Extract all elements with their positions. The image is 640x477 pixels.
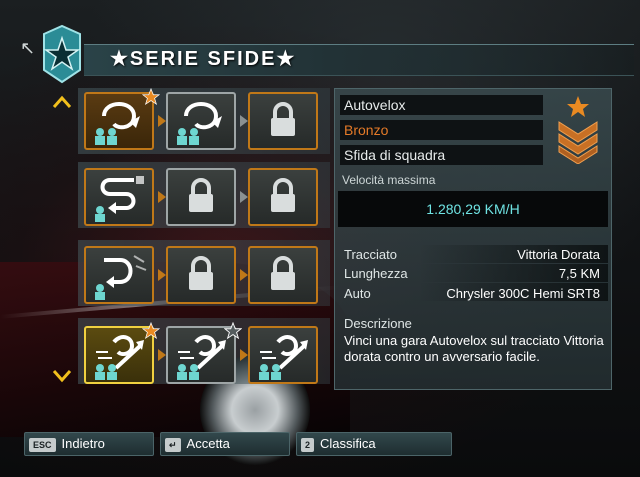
scroll-up-icon[interactable] <box>52 95 72 109</box>
leaderboard-button[interactable]: 2 Classifica <box>296 432 452 456</box>
description-label: Descrizione <box>344 316 412 331</box>
lock-icon <box>189 256 213 290</box>
event-name: Autovelox <box>340 95 543 115</box>
length-value: 7,5 KM <box>558 266 600 281</box>
star-emblem-icon <box>43 24 81 84</box>
key-2-icon: 2 <box>301 437 315 452</box>
track-value: Vittoria Dorata <box>517 247 600 262</box>
top-speed-label: Velocità massima <box>342 173 436 187</box>
event-type: Sfida di squadra <box>340 145 543 165</box>
event-tile-locked[interactable] <box>166 246 236 304</box>
circuit-icon <box>177 102 222 145</box>
gold-star-icon <box>142 88 160 106</box>
event-tile-locked[interactable] <box>248 168 318 226</box>
back-button-label: Indietro <box>61 436 105 451</box>
esc-key-icon: ESC <box>29 437 56 452</box>
enter-key-icon: ↵ <box>165 437 181 452</box>
bronze-rank-icon <box>558 96 598 164</box>
connector-arrow <box>158 269 166 281</box>
connector-arrow <box>158 115 166 127</box>
connector-arrow <box>158 349 166 361</box>
speedtrap-icon <box>259 335 308 380</box>
connector-arrow <box>158 191 166 203</box>
back-button[interactable]: ESC Indietro <box>24 432 154 456</box>
drift-icon <box>95 255 147 300</box>
connector-arrow <box>240 269 248 281</box>
event-tile-speedtrap-3[interactable] <box>248 326 318 384</box>
length-label: Lunghezza <box>344 266 408 281</box>
event-tile-locked[interactable] <box>248 92 318 150</box>
lock-icon <box>271 102 295 136</box>
lock-icon <box>271 178 295 212</box>
event-tile-locked[interactable] <box>166 168 236 226</box>
event-tile-locked[interactable] <box>248 246 318 304</box>
gold-star-icon <box>142 322 160 340</box>
leaderboard-button-label: Classifica <box>320 436 376 451</box>
page-title: ★SERIE SFIDE★ <box>110 48 297 70</box>
connector-arrow <box>240 349 248 361</box>
description-text: Vinci una gara Autovelox sul tracciato V… <box>344 333 604 364</box>
silver-star-icon <box>224 322 242 340</box>
track-label: Tracciato <box>344 247 397 262</box>
back-arrow-icon[interactable]: ↖ <box>20 38 35 59</box>
event-tile-circuit-2[interactable] <box>166 92 236 150</box>
connector-arrow <box>240 191 248 203</box>
lock-icon <box>271 256 295 290</box>
event-tile-sprint[interactable] <box>84 168 154 226</box>
event-tile-drift[interactable] <box>84 246 154 304</box>
car-label: Auto <box>344 286 371 301</box>
scroll-down-icon[interactable] <box>52 369 72 383</box>
top-speed-value: 1.280,29 KM/H <box>338 191 608 227</box>
connector-arrow <box>240 115 248 127</box>
accept-button[interactable]: ↵ Accetta <box>160 432 290 456</box>
event-tier: Bronzo <box>340 120 543 140</box>
sprint-icon <box>95 176 144 222</box>
car-value: Chrysler 300C Hemi SRT8 <box>446 286 600 301</box>
accept-button-label: Accetta <box>186 436 230 451</box>
lock-icon <box>189 178 213 212</box>
